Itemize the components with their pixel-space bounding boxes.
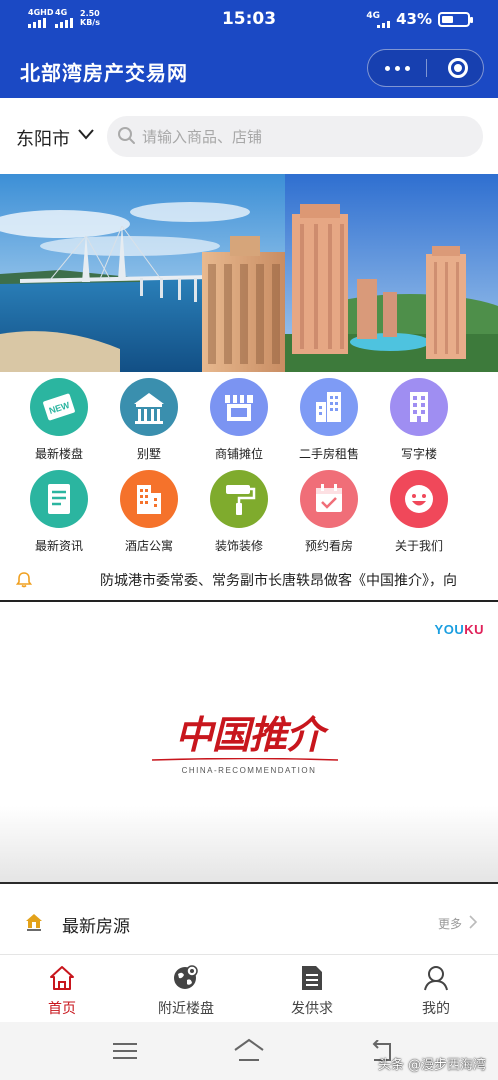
document-icon [30,470,88,528]
divider [0,882,498,884]
tab-home[interactable]: 首页 [12,955,112,1023]
category-item[interactable]: 写字楼 [374,378,464,462]
tab-bar: 首页 附近楼盘 发供求 我的 [0,954,498,1022]
logo-underline [152,758,338,761]
battery-icon [438,12,473,27]
hotel-icon [120,470,178,528]
search-bar[interactable] [107,116,483,157]
chevron-down-icon[interactable] [78,128,94,140]
category-label: 最新资讯 [34,539,83,553]
category-item[interactable]: NEW 最新楼盘 [14,378,104,462]
category-item[interactable]: 装饰装修 [194,470,284,554]
office-icon [390,378,448,436]
villa-icon [120,378,178,436]
search-icon [118,127,135,144]
category-item[interactable]: 关于我们 [374,470,464,554]
document-list-icon [302,966,322,990]
buildings-icon [300,378,358,436]
category-label: 装饰装修 [214,539,263,553]
program-logo: 中国推介 [174,712,324,757]
status-bar: 4GHD 4G 2.50 KB/s 15:03 4G 43% [0,0,498,38]
youku-logo: YOUKU [434,622,484,637]
category-label: 别墅 [136,447,161,461]
capsule-divider [426,59,427,77]
new-badge-icon: NEW [30,378,88,436]
category-label: 商铺摊位 [214,447,263,461]
category-label: 二手房租售 [298,447,359,461]
search-input[interactable] [142,116,462,157]
latest-listings-header: 最新房源 更多 [0,896,498,952]
signal-bars-icon-3 [377,21,390,28]
section-title: 最新房源 [62,917,130,937]
smile-icon [390,470,448,528]
tab-mine[interactable]: 我的 [386,955,486,1023]
user-icon [424,966,448,991]
category-label: 预约看房 [304,539,353,553]
category-item[interactable]: 别墅 [104,378,194,462]
shop-icon [210,378,268,436]
banner-carousel[interactable] [0,174,498,372]
city-selector[interactable]: 东阳市 [16,125,70,151]
house-logo-icon [26,914,42,931]
more-link[interactable]: 更多 [438,915,462,932]
category-item[interactable]: 商铺摊位 [194,378,284,462]
category-label: 写字楼 [400,447,437,461]
home-nav-icon[interactable] [233,1038,265,1062]
calendar-icon [300,470,358,528]
category-label: 关于我们 [394,539,443,553]
chevron-right-icon[interactable] [468,914,478,930]
watermark: 头条 @漫步西海湾 [377,1058,486,1073]
target-circle-icon[interactable] [448,58,468,78]
notice-text: 防城港市委常委、常务副市长唐轶昂做客《中国推介》，向 [100,573,457,589]
category-item[interactable]: 最新资讯 [14,470,104,554]
video-shade [0,806,498,884]
tab-nearby[interactable]: 附近楼盘 [136,955,236,1023]
battery-percent: 43% [396,10,432,28]
bell-icon [15,572,33,588]
category-label: 最新楼盘 [34,447,83,461]
miniapp-capsule [367,49,484,87]
app-header: 4GHD 4G 2.50 KB/s 15:03 4G 43% 北部湾房产交易网 [0,0,498,98]
category-label: 酒店公寓 [124,539,173,553]
category-item[interactable]: 预约看房 [284,470,374,554]
menu-icon[interactable] [112,1042,138,1060]
app-title: 北部湾房产交易网 [20,61,188,85]
category-item[interactable]: 二手房租售 [284,378,374,462]
more-dots-icon[interactable] [368,50,426,86]
video-player[interactable]: YOUKU 中国推介 CHINA-RECOMMENDATION [0,606,498,884]
category-item[interactable]: 酒店公寓 [104,470,194,554]
program-logo-en: CHINA-RECOMMENDATION [181,766,317,775]
paint-roller-icon [210,470,268,528]
banner-image [0,174,498,372]
tab-post[interactable]: 发供求 [262,955,362,1023]
signal-4g-label: 4G [366,11,380,21]
notice-bar[interactable]: 防城港市委常委、常务副市长唐轶昂做客《中国推介》，向 [0,560,498,602]
globe-pin-icon [174,965,198,989]
home-icon [50,966,74,990]
